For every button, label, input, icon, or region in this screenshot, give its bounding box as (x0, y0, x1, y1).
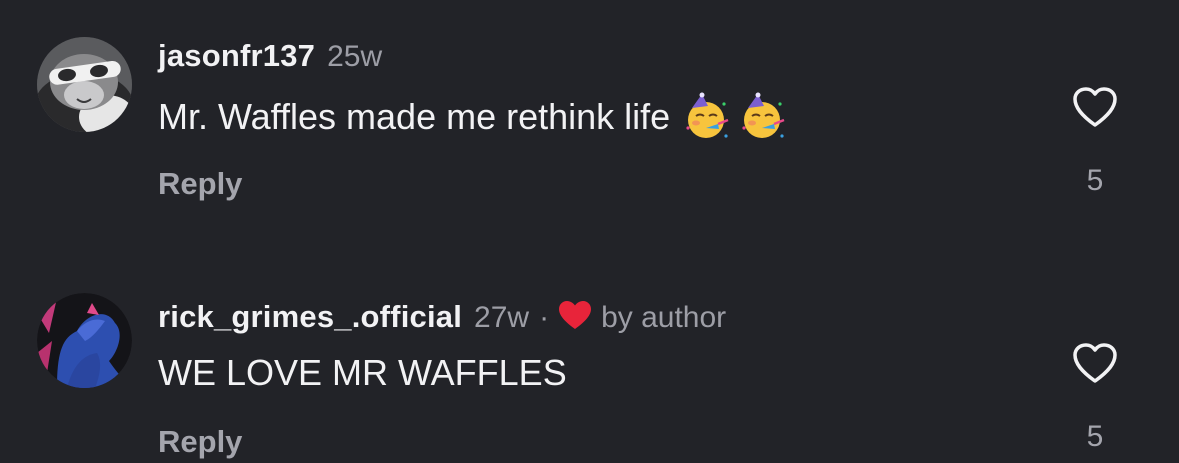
like-count: 5 (1086, 164, 1104, 197)
reply-button[interactable]: Reply (158, 424, 242, 460)
reply-button[interactable]: Reply (158, 166, 242, 202)
username[interactable]: rick_grimes_.official (158, 299, 462, 335)
comment-meta: rick_grimes_.official 27w · by author (158, 295, 726, 335)
like-count: 5 (1086, 420, 1104, 453)
timestamp: 27w (474, 301, 530, 334)
comment-item: jasonfr137 25w Mr. Waffles made me rethi… (0, 0, 1179, 230)
timestamp: 25w (327, 40, 383, 73)
comment-item: rick_grimes_.official 27w · by author WE… (0, 250, 1179, 463)
avatar[interactable] (37, 293, 132, 388)
comment-body: Mr. Waffles made me rethink life (158, 96, 671, 137)
separator: · (539, 301, 550, 334)
comments-list: jasonfr137 25w Mr. Waffles made me rethi… (0, 0, 1179, 463)
red-heart-icon (559, 301, 592, 329)
heart-outline-icon[interactable] (1071, 85, 1119, 129)
partying-face-emoji-icon (686, 92, 729, 138)
comment-text: WE LOVE MR WAFFLES (158, 350, 567, 396)
partying-face-emoji-icon (742, 92, 785, 138)
liked-by-author-label: by author (601, 301, 727, 334)
avatar[interactable] (37, 37, 132, 132)
heart-outline-icon[interactable] (1071, 341, 1119, 385)
username[interactable]: jasonfr137 (158, 38, 315, 74)
comment-meta: jasonfr137 25w (158, 38, 382, 78)
comment-text: Mr. Waffles made me rethink life (158, 92, 788, 140)
comment-body: WE LOVE MR WAFFLES (158, 352, 567, 393)
